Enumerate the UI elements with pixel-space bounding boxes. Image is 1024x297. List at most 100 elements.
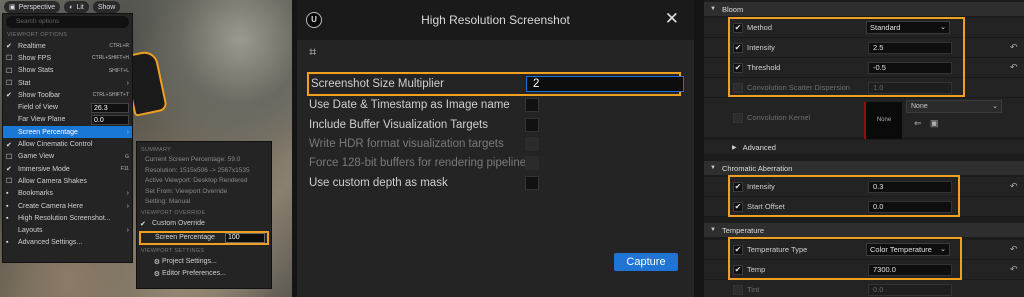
chevron-down-icon: ⌄ [992, 103, 998, 110]
menu-item-stat[interactable]: ☐ Stat › [3, 77, 132, 89]
menu-item-show-toolbar[interactable]: ✔ Show Toolbar CTRL+SHIFT+T [3, 89, 132, 101]
use-date-timestamp-checkbox[interactable] [525, 98, 539, 112]
chevron-down-icon: ⌄ [940, 24, 946, 31]
temperature-section-header[interactable]: ▼ Temperature [704, 223, 1024, 237]
menu-item-create-camera-here[interactable]: ▪ Create Camera Here › [3, 200, 132, 212]
crop-icon[interactable]: ⌗ [309, 44, 316, 60]
bloom-method-checkbox[interactable]: ✔ [733, 22, 743, 33]
close-icon[interactable]: ✕ [665, 9, 679, 29]
summary-line: Resolution: 1515x506 -> 2567x1535 [145, 166, 250, 174]
menu-item-realtime[interactable]: ✔ Realtime CTRL+R [3, 40, 132, 52]
browse-folder-icon[interactable]: ▣ [930, 118, 939, 129]
use-selected-arrow-icon[interactable]: ⇐ [914, 118, 922, 129]
kernel-asset-dropdown[interactable]: None ⌄ [906, 100, 1002, 113]
menu-item-bookmarks[interactable]: ▪ Bookmarks › [3, 188, 132, 200]
summary-header: SUMMARY [141, 147, 172, 153]
chromatic-intensity-row: ✔ Intensity 0.3 ↶ [704, 177, 1024, 197]
chromatic-start-offset-checkbox[interactable]: ✔ [733, 201, 743, 212]
reset-arrow-icon[interactable]: ↶ [1010, 181, 1018, 192]
summary-line: Set From: Viewport Override [145, 187, 228, 195]
show-button[interactable]: Show [92, 1, 121, 13]
reset-arrow-icon[interactable]: ↶ [1010, 264, 1018, 275]
menu-item-high-resolution-screenshot[interactable]: ▪ High Resolution Screenshot... [3, 212, 132, 224]
lit-button[interactable]: ◐ Lit [64, 1, 89, 13]
screen-percentage-input[interactable]: 100 [224, 232, 265, 243]
temperature-type-checkbox[interactable]: ✔ [733, 244, 743, 255]
high-resolution-screenshot-dialog: U High Resolution Screenshot ✕ ⌗ Screens… [297, 0, 694, 297]
convolution-scatter-checkbox[interactable] [733, 82, 743, 93]
temperature-tint-checkbox[interactable] [733, 284, 743, 295]
bloom-method-dropdown[interactable]: Standard ⌄ [866, 21, 950, 34]
chevron-right-icon: › [126, 190, 129, 198]
capture-button[interactable]: Capture [614, 253, 678, 271]
menu-item-allow-cinematic-control[interactable]: ✔ Allow Cinematic Control [3, 138, 132, 150]
menu-item-immersive-mode[interactable]: ✔ Immersive Mode F11 [3, 163, 132, 175]
editor-preferences-item[interactable]: ⚙ Editor Preferences... [137, 268, 271, 280]
level-viewport[interactable]: ▣ Perspective ◐ Lit Show Search options VI… [0, 0, 292, 297]
chromatic-intensity-input[interactable]: 0.3 [868, 180, 952, 193]
collapse-arrow-icon: ▼ [710, 227, 716, 233]
reset-arrow-icon[interactable]: ↶ [1010, 244, 1018, 255]
convolution-scatter-input: 1.0 [868, 81, 952, 94]
chromatic-aberration-section-header[interactable]: ▼ Chromatic Aberration [704, 161, 1024, 175]
far-view-plane-input[interactable]: 0.0 [91, 114, 129, 125]
use-date-timestamp-option: Use Date & Timestamp as Image name [307, 95, 681, 115]
check-icon: ✔ [6, 166, 12, 174]
bloom-intensity-checkbox[interactable]: ✔ [733, 42, 743, 53]
screenshot-size-multiplier-row: Screenshot Size Multiplier 2 [307, 72, 684, 96]
menu-item-screen-percentage[interactable]: Screen Percentage › [3, 126, 132, 139]
perspective-button[interactable]: ▣ Perspective [4, 1, 61, 13]
camera-icon: ▪ [6, 202, 9, 210]
write-hdr-checkbox [525, 137, 539, 151]
temperature-temp-checkbox[interactable]: ✔ [733, 264, 743, 275]
advanced-section-header[interactable]: ▶ Advanced [704, 140, 1024, 154]
details-panel: ▼ Bloom ✔ Method Standard ⌄ ✔ Intensity 2.… [704, 0, 1024, 297]
chevron-right-icon: › [126, 227, 129, 235]
check-icon: ✔ [6, 92, 12, 100]
menu-item-show-fps[interactable]: ☐ Show FPS CTRL+SHIFT+H [3, 52, 132, 64]
reset-arrow-icon[interactable]: ↶ [1010, 62, 1018, 73]
chevron-right-icon: › [126, 79, 129, 87]
dialog-titlebar: U High Resolution Screenshot ✕ [297, 0, 694, 40]
bloom-threshold-input[interactable]: -0.5 [868, 61, 952, 74]
temperature-temp-input[interactable]: 7300.0 [868, 263, 952, 276]
size-multiplier-input[interactable]: 2 [526, 76, 684, 92]
checkbox-icon: ☐ [6, 80, 13, 88]
temperature-temp-row: ✔ Temp 7300.0 ↶ [704, 260, 1024, 280]
chromatic-start-offset-row: ✔ Start Offset 0.0 [704, 197, 1024, 217]
menu-item-far-view-plane: Far View Plane 0.0 [3, 114, 132, 126]
menu-item-advanced-settings[interactable]: ▪ Advanced Settings... [3, 237, 132, 249]
force-128bit-checkbox [525, 156, 539, 170]
lit-icon: ◐ [69, 3, 74, 11]
menu-item-layouts[interactable]: Layouts › [3, 224, 132, 236]
convolution-kernel-checkbox[interactable] [733, 112, 743, 123]
bloom-intensity-input[interactable]: 2.5 [868, 41, 952, 54]
bloom-threshold-row: ✔ Threshold -0.5 ↶ [704, 58, 1024, 78]
custom-override-toggle[interactable]: ✔ Custom Override [137, 218, 271, 230]
field-of-view-input[interactable]: 26.3 [91, 102, 129, 113]
temperature-tint-row: Tint 0.0 [704, 280, 1024, 297]
summary-line: Active Viewport: Desktop Rendered [145, 177, 248, 184]
menu-item-show-stats[interactable]: ☐ Show Stats SHIFT+L [3, 65, 132, 77]
search-input[interactable]: Search options [6, 16, 129, 28]
gear-icon: ⚙ [153, 258, 160, 266]
viewport-options-menu: Search options VIEWPORT OPTIONS ✔ Realtim… [2, 13, 133, 263]
expand-arrow-icon: ▶ [732, 144, 737, 151]
chromatic-start-offset-input[interactable]: 0.0 [868, 200, 952, 213]
bloom-threshold-checkbox[interactable]: ✔ [733, 62, 743, 73]
check-icon: ✔ [140, 220, 146, 228]
menu-item-game-view[interactable]: ☐ Game View G [3, 151, 132, 163]
include-buffer-visualization-checkbox[interactable] [525, 118, 539, 132]
summary-line: Current Screen Percentage: 59.0 [145, 156, 241, 163]
bookmark-icon: ▪ [6, 190, 9, 198]
check-icon: ✔ [6, 43, 12, 51]
menu-item-allow-camera-shakes[interactable]: ☐ Allow Camera Shakes [3, 175, 132, 187]
reset-arrow-icon[interactable]: ↶ [1010, 42, 1018, 53]
project-settings-item[interactable]: ⚙ Project Settings... [137, 256, 271, 268]
temperature-type-dropdown[interactable]: Color Temperature ⌄ [866, 243, 950, 256]
kernel-thumbnail[interactable]: None [864, 102, 902, 139]
chromatic-intensity-checkbox[interactable]: ✔ [733, 181, 743, 192]
bloom-section-header[interactable]: ▼ Bloom [704, 2, 1024, 16]
bloom-method-row: ✔ Method Standard ⌄ [704, 18, 1024, 38]
custom-depth-mask-checkbox[interactable] [525, 176, 539, 190]
